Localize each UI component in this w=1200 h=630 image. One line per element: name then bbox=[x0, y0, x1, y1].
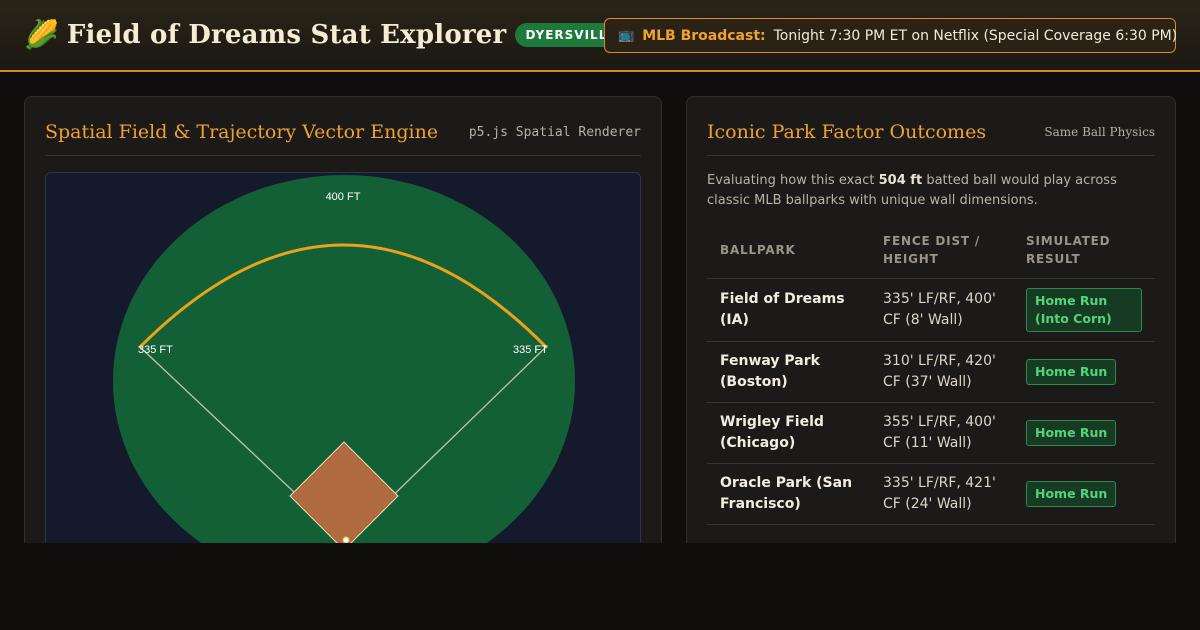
center-field-label: 400 FT bbox=[326, 191, 361, 203]
field-diagram: 400 FT 335 FT 335 FT bbox=[113, 175, 575, 555]
result-badge: Home Run bbox=[1026, 481, 1117, 507]
table-row[interactable]: Oracle Park (San Francisco) 335' LF/RF, … bbox=[707, 463, 1155, 525]
physics-tag: Same Ball Physics bbox=[1044, 125, 1155, 139]
corn-icon: 🌽 bbox=[24, 18, 59, 51]
table-row[interactable]: Field of Dreams (IA) 335' LF/RF, 400' CF… bbox=[707, 278, 1155, 342]
broadcast-label: MLB Broadcast: bbox=[642, 27, 766, 44]
panel-description: Evaluating how this exact 504 ft batted … bbox=[707, 171, 1147, 211]
table-header-row: BALLPARK FENCE DIST / HEIGHT SIMULATED R… bbox=[707, 224, 1155, 279]
park-panel-title: Iconic Park Factor Outcomes bbox=[707, 121, 987, 143]
field-panel-header: Spatial Field & Trajectory Vector Engine… bbox=[45, 97, 641, 156]
field-panel-title: Spatial Field & Trajectory Vector Engine bbox=[45, 121, 439, 143]
app-title: Field of Dreams Stat Explorer bbox=[66, 20, 507, 50]
col-ballpark: BALLPARK bbox=[707, 224, 870, 279]
renderer-tag: p5.js Spatial Renderer bbox=[468, 125, 641, 140]
park-factor-panel: Iconic Park Factor Outcomes Same Ball Ph… bbox=[686, 96, 1176, 556]
field-canvas[interactable]: 400 FT 335 FT 335 FT bbox=[45, 172, 641, 555]
app-header: 🌽 Field of Dreams Stat Explorer DYERSVIL… bbox=[0, 0, 1200, 72]
park-table: BALLPARK FENCE DIST / HEIGHT SIMULATED R… bbox=[707, 224, 1155, 525]
desc-before: Evaluating how this exact bbox=[707, 173, 879, 188]
brand: 🌽 Field of Dreams Stat Explorer DYERSVIL… bbox=[24, 16, 654, 54]
park-name: Oracle Park (San Francisco) bbox=[707, 463, 870, 525]
broadcast-text: Tonight 7:30 PM ET on Netflix (Special C… bbox=[773, 27, 1178, 44]
fence-dimensions: 310' LF/RF, 420' CF (37' Wall) bbox=[870, 341, 1013, 403]
park-panel-header: Iconic Park Factor Outcomes Same Ball Ph… bbox=[707, 97, 1155, 156]
tv-icon: 📺 bbox=[618, 28, 635, 43]
result-badge: Home Run bbox=[1026, 420, 1117, 446]
col-fence: FENCE DIST / HEIGHT bbox=[870, 224, 1013, 279]
result-badge: Home Run (Into Corn) bbox=[1026, 288, 1142, 332]
field-panel: Spatial Field & Trajectory Vector Engine… bbox=[24, 96, 662, 556]
fence-dimensions: 355' LF/RF, 400' CF (11' Wall) bbox=[870, 402, 1013, 464]
col-result: SIMULATED RESULT bbox=[1013, 224, 1155, 279]
table-row[interactable]: Fenway Park (Boston) 310' LF/RF, 420' CF… bbox=[707, 341, 1155, 403]
park-name: Wrigley Field (Chicago) bbox=[707, 402, 870, 464]
fence-dimensions: 335' LF/RF, 421' CF (24' Wall) bbox=[870, 463, 1013, 525]
park-name: Field of Dreams (IA) bbox=[707, 278, 870, 342]
desc-distance: 504 ft bbox=[878, 173, 923, 188]
left-field-label: 335 FT bbox=[138, 344, 173, 356]
page-footer-area bbox=[0, 543, 1200, 630]
broadcast-banner[interactable]: 📺 MLB Broadcast: Tonight 7:30 PM ET on N… bbox=[604, 18, 1178, 53]
table-row[interactable]: Wrigley Field (Chicago) 355' LF/RF, 400'… bbox=[707, 402, 1155, 464]
right-field-label: 335 FT bbox=[513, 344, 548, 356]
result-badge: Home Run bbox=[1026, 359, 1117, 385]
park-name: Fenway Park (Boston) bbox=[707, 341, 870, 403]
fence-dimensions: 335' LF/RF, 400' CF (8' Wall) bbox=[870, 278, 1013, 342]
